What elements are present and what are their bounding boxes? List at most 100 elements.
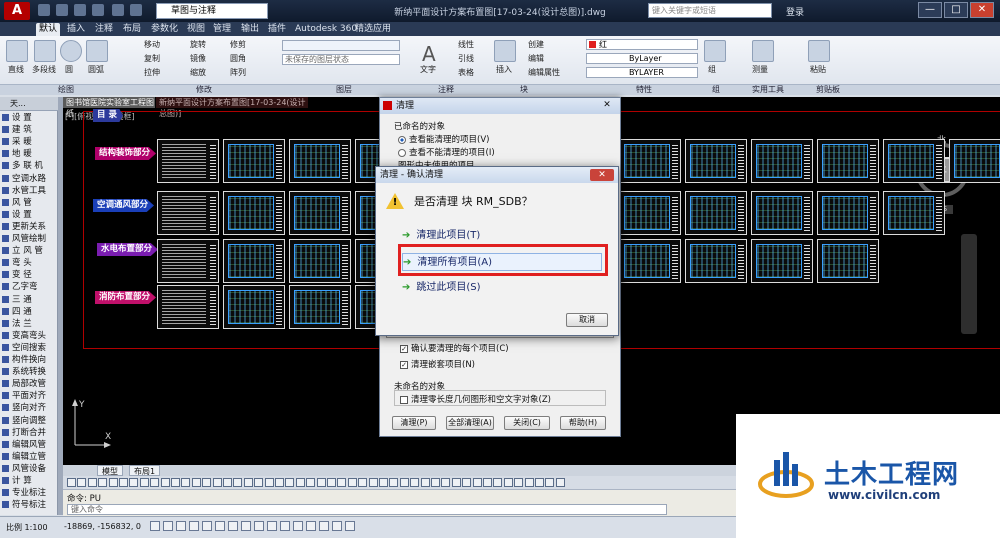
tab-parametric[interactable]: 参数化: [148, 23, 181, 36]
status-toggle-icon[interactable]: [293, 521, 303, 531]
palette-item[interactable]: 竖向调整: [2, 416, 57, 427]
layer-state-select[interactable]: 未保存的图层状态: [282, 54, 400, 65]
drawing-sheet[interactable]: [619, 139, 681, 183]
create-block-tool[interactable]: 创建: [528, 39, 544, 49]
palette-item[interactable]: 设 置: [2, 113, 57, 124]
drawing-sheet[interactable]: [685, 139, 747, 183]
drawing-sheet[interactable]: [883, 191, 945, 235]
stretch-tool[interactable]: 拉伸: [144, 67, 160, 77]
arc-icon[interactable]: [86, 40, 108, 62]
layer-select[interactable]: [282, 40, 400, 51]
purge-zero-length-checkbox[interactable]: 清理零长度几何图形和空文字对象(Z): [400, 393, 551, 405]
palette-header[interactable]: 天...: [0, 97, 58, 111]
purge-button[interactable]: 清理(P): [392, 416, 436, 430]
palette-item[interactable]: 竖向对齐: [2, 403, 57, 414]
view-nonpurgeable-radio[interactable]: 查看不能清理的项目(I): [398, 146, 495, 158]
status-toggle-icon[interactable]: [319, 521, 329, 531]
line-icon[interactable]: [6, 40, 28, 62]
palette-item[interactable]: 系统转换: [2, 367, 57, 378]
palette-item[interactable]: 编辑立管: [2, 452, 57, 463]
palette-item[interactable]: 立 风 管: [2, 246, 57, 257]
toolbar-tool-icon[interactable]: [243, 478, 253, 487]
palette-item[interactable]: 四 通: [2, 307, 57, 318]
drawing-sheet[interactable]: [223, 191, 285, 235]
mirror-tool[interactable]: 镜像: [190, 53, 206, 63]
palette-item[interactable]: 设 置: [2, 210, 57, 221]
drawing-sheet[interactable]: [619, 239, 681, 283]
toolbar-tool-icon[interactable]: [139, 478, 149, 487]
palette-item[interactable]: 平面对齐: [2, 391, 57, 402]
polyline-tool-label[interactable]: 多段线: [32, 64, 56, 74]
rotate-tool[interactable]: 旋转: [190, 39, 206, 49]
tab-layout1[interactable]: 布局1: [129, 465, 161, 476]
drawing-sheet[interactable]: [289, 191, 351, 235]
drawing-sheet[interactable]: [817, 239, 879, 283]
group-icon[interactable]: [704, 40, 726, 62]
insert-block-label[interactable]: 插入: [496, 64, 512, 74]
navigation-bar[interactable]: [961, 234, 977, 334]
status-toggle-icon[interactable]: [189, 521, 199, 531]
palette-item[interactable]: 采 暖: [2, 137, 57, 148]
drawing-sheet[interactable]: [949, 139, 1000, 183]
drawing-sheet[interactable]: [751, 139, 813, 183]
panel-block[interactable]: 块: [520, 85, 528, 95]
panel-properties[interactable]: 特性: [636, 85, 652, 95]
toolbar-tool-icon[interactable]: [316, 478, 326, 487]
drawing-sheet[interactable]: [157, 285, 219, 329]
toolbar-tool-icon[interactable]: [545, 478, 555, 487]
toolbar-tool-icon[interactable]: [368, 478, 378, 487]
palette-item[interactable]: 变高弯头: [2, 331, 57, 342]
linear-dim-tool[interactable]: 线性: [458, 39, 474, 49]
new-icon[interactable]: [38, 4, 50, 16]
drawing-sheet[interactable]: [751, 239, 813, 283]
toolbar-tool-icon[interactable]: [160, 478, 170, 487]
open-icon[interactable]: [56, 4, 68, 16]
lineweight-select[interactable]: BYLAYER: [586, 67, 698, 78]
status-toggle-icon[interactable]: [345, 521, 355, 531]
palette-item[interactable]: 空间搜索: [2, 343, 57, 354]
tab-annotate[interactable]: 注释: [92, 23, 116, 36]
toolbar-tool-icon[interactable]: [327, 478, 336, 487]
toolbar-tool-icon[interactable]: [535, 478, 544, 487]
save-icon[interactable]: [74, 4, 86, 16]
palette-item[interactable]: 法 兰: [2, 319, 57, 330]
tab-default[interactable]: 默认: [36, 23, 61, 36]
minimize-button[interactable]: —: [918, 2, 942, 18]
status-toggle-icon[interactable]: [306, 521, 316, 531]
tab-plugins[interactable]: 插件: [265, 23, 289, 36]
copy-tool[interactable]: 复制: [144, 53, 160, 63]
tab-featured-apps[interactable]: 精选应用: [352, 23, 394, 36]
palette-item[interactable]: 风管绘制: [2, 234, 57, 245]
edit-block-tool[interactable]: 编辑: [528, 53, 544, 63]
array-tool[interactable]: 阵列: [230, 67, 246, 77]
paste-icon[interactable]: [808, 40, 830, 62]
group-tool-label[interactable]: 组: [708, 64, 716, 74]
status-toggle-icon[interactable]: [267, 521, 277, 531]
login-link[interactable]: 登录: [786, 5, 804, 18]
drawing-sheet[interactable]: [289, 285, 351, 329]
toolbar-tool-icon[interactable]: [420, 478, 430, 487]
toolbar-tool-icon[interactable]: [399, 478, 409, 487]
panel-draw[interactable]: 绘图: [58, 85, 74, 95]
status-toggle-icon[interactable]: [332, 521, 342, 531]
drawing-sheet[interactable]: [289, 239, 351, 283]
toolbar-tool-icon[interactable]: [306, 478, 316, 487]
status-toggle-icon[interactable]: [254, 521, 264, 531]
toolbar-tool-icon[interactable]: [202, 478, 212, 487]
status-toggle-icon[interactable]: [202, 521, 212, 531]
move-tool[interactable]: 移动: [144, 39, 160, 49]
palette-item[interactable]: 弯 头: [2, 258, 57, 269]
measure-icon[interactable]: [752, 40, 774, 62]
status-toggle-icon[interactable]: [228, 521, 238, 531]
drawing-sheet[interactable]: [157, 239, 219, 283]
palette-item[interactable]: 水管工具: [2, 186, 57, 197]
close-dialog-button[interactable]: 关闭(C): [504, 416, 550, 430]
status-toggle-icon[interactable]: [241, 521, 251, 531]
toolbar-tool-icon[interactable]: [441, 478, 451, 487]
toolbar-tool-icon[interactable]: [358, 478, 368, 487]
paste-tool-label[interactable]: 粘贴: [810, 64, 826, 74]
drawing-sheet[interactable]: [619, 191, 681, 235]
drawing-sheet[interactable]: [817, 139, 879, 183]
toolbar-tool-icon[interactable]: [181, 478, 191, 487]
drawing-sheet[interactable]: [223, 285, 285, 329]
